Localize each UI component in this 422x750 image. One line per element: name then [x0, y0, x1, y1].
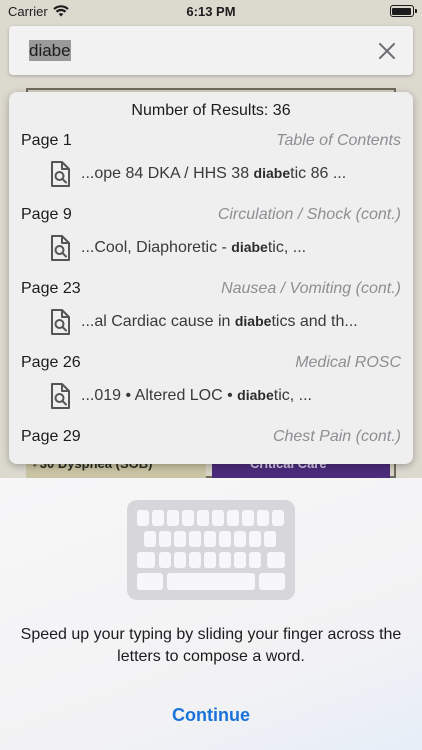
results-count: Number of Results: 36 — [131, 102, 291, 119]
result-item[interactable]: Page 26 Medical ROSC ...019 • Altered LO… — [9, 350, 413, 424]
result-section-title: Medical ROSC — [295, 354, 401, 371]
carrier-label: Carrier — [8, 3, 48, 19]
result-page-number: Page 29 — [21, 428, 81, 445]
match-highlight: diabe — [231, 239, 268, 255]
result-item[interactable]: Page 9 Circulation / Shock (cont.) ...Co… — [9, 202, 413, 276]
result-snippet: ...Cool, Diaphoretic - diabetic, ... — [81, 239, 307, 256]
wifi-icon — [53, 5, 69, 17]
result-snippet: ...ope 84 DKA / HHS 38 diabetic 86 ... — [81, 165, 347, 182]
document-search-icon — [51, 161, 70, 187]
search-query-selected: diabe — [29, 39, 71, 61]
result-item[interactable]: Page 29 Chest Pain (cont.) — [9, 424, 413, 464]
result-page-number: Page 26 — [21, 354, 81, 371]
search-results-panel[interactable]: Number of Results: 36 Page 1 Table of Co… — [9, 92, 413, 464]
result-page-number: Page 23 — [21, 280, 81, 297]
match-highlight: diabe — [253, 165, 291, 181]
result-item[interactable]: Page 23 Nausea / Vomiting (cont.) ...al … — [9, 276, 413, 350]
status-bar: Carrier 6:13 PM — [0, 0, 422, 22]
document-search-icon — [51, 235, 70, 261]
search-input[interactable]: diabe — [29, 39, 71, 61]
document-search-icon — [51, 383, 70, 409]
status-time: 6:13 PM — [186, 3, 236, 19]
result-section-title: Table of Contents — [276, 132, 401, 149]
result-snippet: ...019 • Altered LOC • diabetic, ... — [81, 387, 312, 404]
match-highlight: diabe — [234, 313, 272, 329]
result-page-number: Page 1 — [21, 132, 72, 149]
result-section-title: Nausea / Vomiting (cont.) — [221, 280, 401, 297]
match-highlight: diabe — [237, 387, 274, 403]
continue-button[interactable]: Continue — [111, 700, 311, 730]
result-section-title: Chest Pain (cont.) — [272, 428, 401, 445]
keyboard-tip-message: Speed up your typing by sliding your fin… — [20, 626, 402, 665]
search-bar[interactable]: diabe — [9, 26, 413, 75]
result-item[interactable]: Page 1 Table of Contents ...ope 84 DKA /… — [9, 128, 413, 202]
battery-icon — [389, 5, 417, 17]
result-page-number: Page 9 — [21, 206, 72, 223]
keyboard-illustration-icon — [127, 500, 295, 600]
result-section-title: Circulation / Shock (cont.) — [217, 206, 401, 223]
document-search-icon — [51, 309, 70, 335]
result-snippet: ...al Cardiac cause in diabetics and th.… — [81, 313, 358, 330]
clear-search-button[interactable] — [373, 37, 401, 65]
close-icon — [379, 42, 395, 59]
keyboard-tip-sheet: Speed up your typing by sliding your fin… — [0, 478, 422, 750]
